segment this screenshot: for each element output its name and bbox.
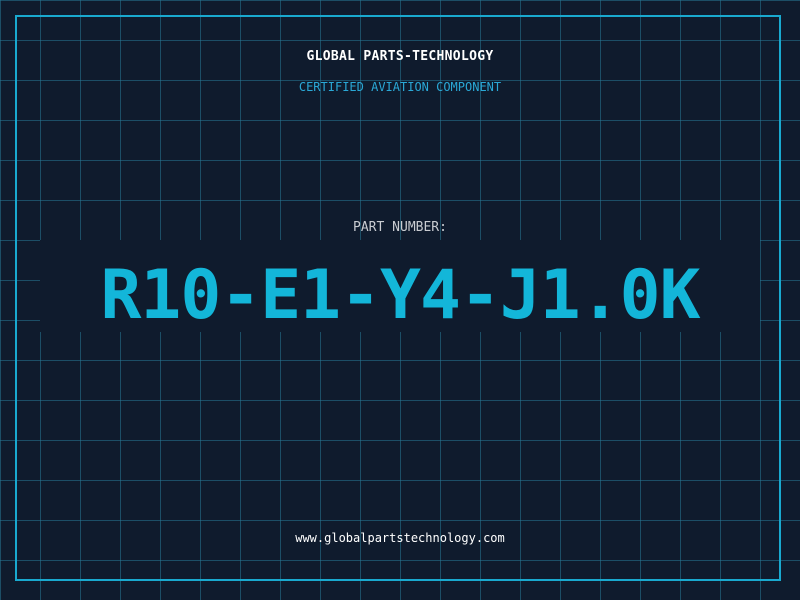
part-number-label: PART NUMBER: xyxy=(353,220,447,235)
website-url: www.globalpartstechnology.com xyxy=(295,531,505,545)
part-number-value: R10-E1-Y4-J1.0K xyxy=(100,256,700,335)
label-canvas: GLOBAL PARTS-TECHNOLOGY CERTIFIED AVIATI… xyxy=(0,0,800,600)
certification-subtitle: CERTIFIED AVIATION COMPONENT xyxy=(298,80,502,94)
company-name: GLOBAL PARTS-TECHNOLOGY xyxy=(306,49,494,64)
